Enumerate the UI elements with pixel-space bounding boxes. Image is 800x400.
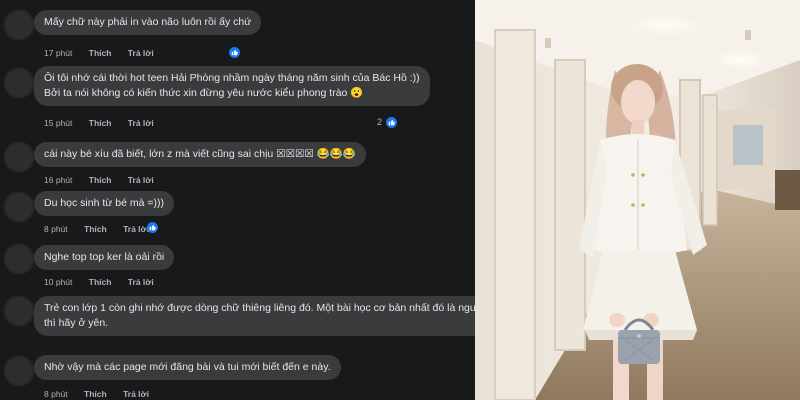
comment-bubble: Nghe top top ker là oải rồi	[34, 245, 175, 270]
like-button[interactable]: Thích	[89, 277, 112, 287]
comment-text: Mấy chữ này phải in vào não luôn rồi ấy …	[44, 16, 252, 28]
comment-bubble: Nhờ vậy mà các page mới đăng bài và tui …	[34, 355, 341, 380]
comment-actions: 8 phút Thích Trả lời	[44, 389, 163, 399]
thumbs-up-icon[interactable]	[147, 222, 158, 233]
reply-button[interactable]: Trả lời	[128, 48, 154, 58]
thumbs-up-icon[interactable]	[386, 117, 397, 128]
comment-time[interactable]: 15 phút	[44, 118, 72, 128]
comment-time[interactable]: 8 phút	[44, 224, 68, 234]
avatar[interactable]	[4, 10, 34, 40]
comment-text: Du học sinh từ bé mà =)))	[44, 197, 164, 209]
comment-text: Trẻ con lớp 1 còn ghi nhớ được dòng chữ …	[44, 302, 475, 314]
avatar[interactable]	[4, 142, 34, 172]
comment-actions: 17 phút Thích Trả lời	[44, 48, 168, 58]
comment-bubble: Trẻ con lớp 1 còn ghi nhớ được dòng chữ …	[34, 296, 475, 336]
like-button[interactable]: Thích	[84, 224, 107, 234]
avatar[interactable]	[4, 356, 34, 386]
like-button[interactable]: Thích	[84, 389, 107, 399]
comment-bubble: cái này bé xíu đã biết, lớn z mà viết cũ…	[34, 142, 366, 167]
comment-time[interactable]: 8 phút	[44, 389, 68, 399]
photo-panel	[475, 0, 800, 400]
comment-time[interactable]: 17 phút	[44, 48, 72, 58]
comment-actions: 16 phút Thích Trả lời	[44, 175, 168, 185]
like-button[interactable]: Thích	[89, 175, 112, 185]
reaction-count[interactable]: 2	[377, 117, 382, 127]
hallway-photo	[475, 0, 800, 400]
like-button[interactable]: Thích	[89, 48, 112, 58]
comment-text: Bởi ta nói không có kiến thức xin đừng y…	[44, 87, 364, 99]
comment-text: Nhờ vậy mà các page mới đăng bài và tui …	[44, 361, 331, 373]
avatar[interactable]	[4, 192, 34, 222]
comment-time[interactable]: 10 phút	[44, 277, 72, 287]
comment-actions: 10 phút Thích Trả lời	[44, 277, 168, 287]
comment-text: Nghe top top ker là oải rồi	[44, 251, 165, 263]
comment-thread: Mấy chữ này phải in vào não luôn rồi ấy …	[0, 0, 475, 400]
comment-actions: 15 phút Thích Trả lời	[44, 118, 168, 128]
comment-time[interactable]: 16 phút	[44, 175, 72, 185]
avatar[interactable]	[4, 296, 34, 326]
thumbs-up-icon[interactable]	[229, 47, 240, 58]
reply-button[interactable]: Trả lời	[128, 175, 154, 185]
reply-button[interactable]: Trả lời	[128, 118, 154, 128]
comment-text: thì hãy ở yên.	[44, 317, 109, 329]
comment-actions: 8 phút Thích Trả lời	[44, 224, 163, 234]
comment-bubble: Du học sinh từ bé mà =)))	[34, 191, 174, 216]
comment-bubble: Ôi tôi nhớ cái thời hot teen Hải Phòng n…	[34, 66, 430, 106]
avatar[interactable]	[4, 244, 34, 274]
reply-button[interactable]: Trả lời	[128, 277, 154, 287]
comment-text: cái này bé xíu đã biết, lớn z mà viết cũ…	[44, 148, 356, 160]
comment-bubble: Mấy chữ này phải in vào não luôn rồi ấy …	[34, 10, 262, 35]
comment-text: Ôi tôi nhớ cái thời hot teen Hải Phòng n…	[44, 72, 420, 84]
avatar[interactable]	[4, 68, 34, 98]
reply-button[interactable]: Trả lời	[123, 224, 149, 234]
reply-button[interactable]: Trả lời	[123, 389, 149, 399]
like-button[interactable]: Thích	[89, 118, 112, 128]
